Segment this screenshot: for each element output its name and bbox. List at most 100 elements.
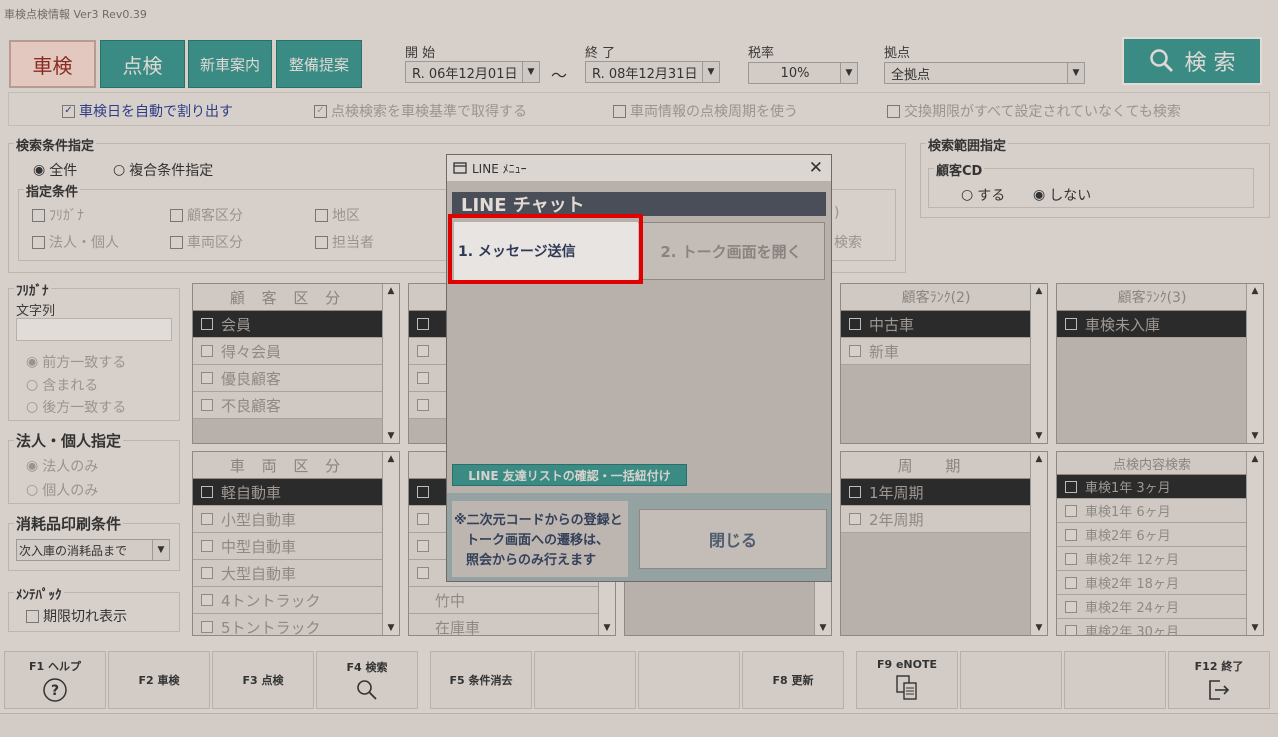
furigana-input[interactable]: [16, 318, 172, 341]
list-item[interactable]: 会員: [193, 311, 383, 338]
list-item[interactable]: 中古車: [841, 311, 1031, 338]
furigana-contains-radio[interactable]: ○ 含まれる: [26, 375, 98, 395]
vehicle-class-header: 車 両 区 分: [193, 452, 383, 479]
individual-only-radio[interactable]: ○ 個人のみ: [26, 480, 98, 500]
list-scrollbar[interactable]: ▲▼: [1246, 452, 1263, 635]
consumable-select[interactable]: 次入庫の消耗品まで ▼: [16, 539, 170, 561]
list-item[interactable]: 車検1年 6ヶ月: [1057, 499, 1247, 523]
corp-only-radio[interactable]: ◉ 法人のみ: [26, 456, 98, 476]
cond-compound-radio[interactable]: ○ 複合条件指定: [113, 160, 213, 180]
list-item[interactable]: 1年周期: [841, 479, 1031, 506]
open-talk-button[interactable]: 2. トーク画面を開く: [637, 222, 825, 280]
list-item[interactable]: 新車: [841, 338, 1031, 365]
range-yes-radio[interactable]: ○ する: [961, 185, 1005, 205]
furigana-suffix-radio[interactable]: ○ 後方一致する: [26, 397, 126, 417]
list-item[interactable]: 車検2年 12ヶ月: [1057, 547, 1247, 571]
dialog-close-button[interactable]: 閉じる: [639, 509, 827, 569]
f7-button[interactable]: [638, 651, 740, 709]
list-scrollbar[interactable]: ▲▼: [1030, 452, 1047, 635]
customer-rank2-list[interactable]: 顧客ﾗﾝｸ(2) 中古車 新車 ▲ ▼: [840, 283, 1048, 444]
list-item[interactable]: 車検2年 24ヶ月: [1057, 595, 1247, 619]
list-item[interactable]: 得々会員: [193, 338, 383, 365]
scroll-down-icon[interactable]: ▼: [1247, 621, 1263, 635]
list-item[interactable]: 2年周期: [841, 506, 1031, 533]
spec-vehicle-class-checkbox[interactable]: 車両区分: [170, 232, 243, 252]
range-no-radio[interactable]: ◉ しない: [1033, 185, 1091, 205]
use-vehicle-cycle-checkbox[interactable]: 車両情報の点検周期を使う: [613, 101, 798, 121]
list-item[interactable]: 4トントラック: [193, 587, 383, 614]
scroll-down-icon[interactable]: ▼: [383, 429, 399, 443]
f1-help-button[interactable]: F1 ヘルプ ?: [4, 651, 106, 709]
list-item[interactable]: 中型自動車: [193, 533, 383, 560]
maint-expired-checkbox[interactable]: 期限切れ表示: [26, 606, 127, 626]
f10-button[interactable]: [960, 651, 1062, 709]
tax-select[interactable]: 10% ▼: [748, 62, 858, 84]
scroll-down-icon[interactable]: ▼: [815, 621, 831, 635]
list-scrollbar[interactable]: ▲▼: [1030, 284, 1047, 443]
spec-customer-class-checkbox[interactable]: 顧客区分: [170, 205, 243, 225]
list-item[interactable]: 車検1年 3ヶ月: [1057, 475, 1247, 499]
cycle-list[interactable]: 周 期 1年周期 2年周期 ▲ ▼: [840, 451, 1048, 636]
list-item[interactable]: 車検2年 18ヶ月: [1057, 571, 1247, 595]
base-select[interactable]: 全拠点 ▼: [884, 62, 1085, 84]
f5-clear-button[interactable]: F5 条件消去: [430, 651, 532, 709]
inspect-by-shaken-checkbox[interactable]: ✓ 点検検索を車検基準で取得する: [314, 101, 527, 121]
list-scrollbar[interactable]: ▲▼: [382, 452, 399, 635]
customer-rank3-list[interactable]: 顧客ﾗﾝｸ(3) 車検未入庫 ▲ ▼: [1056, 283, 1264, 444]
list-item[interactable]: 車検2年 30ヶ月: [1057, 619, 1247, 635]
f6-button[interactable]: [534, 651, 636, 709]
spec-staff-checkbox[interactable]: 担当者: [315, 232, 374, 252]
scroll-down-icon[interactable]: ▼: [1247, 429, 1263, 443]
list-item[interactable]: 優良顧客: [193, 365, 383, 392]
customer-class-list[interactable]: 顧 客 区 分 会員 得々会員 優良顧客 不良顧客 ▲ ▼: [192, 283, 400, 444]
f3-tenken-button[interactable]: F3 点検: [212, 651, 314, 709]
list-item[interactable]: 大型自動車: [193, 560, 383, 587]
checkbox-icon: [26, 609, 39, 623]
auto-calc-checkbox[interactable]: ✓ 車検日を自動で割り出す: [62, 101, 233, 121]
scroll-down-icon[interactable]: ▼: [1031, 429, 1047, 443]
furigana-prefix-radio[interactable]: ◉ 前方一致する: [26, 352, 126, 372]
f8-update-button[interactable]: F8 更新: [742, 651, 844, 709]
spec-area-checkbox[interactable]: 地区: [315, 205, 360, 225]
f2-shaken-button[interactable]: F2 車検: [108, 651, 210, 709]
line-friend-list-button[interactable]: LINE 友達リストの確認・一括紐付け: [452, 464, 687, 486]
scroll-down-icon[interactable]: ▼: [383, 621, 399, 635]
scroll-down-icon[interactable]: ▼: [599, 621, 615, 635]
mode-new-car-button[interactable]: 新車案内: [188, 40, 272, 88]
scroll-up-icon[interactable]: ▲: [1031, 452, 1047, 466]
mode-tenken-button[interactable]: 点検: [100, 40, 185, 88]
scroll-up-icon[interactable]: ▲: [383, 284, 399, 298]
scroll-down-icon[interactable]: ▼: [1031, 621, 1047, 635]
list-scrollbar[interactable]: ▲▼: [382, 284, 399, 443]
scroll-up-icon[interactable]: ▲: [383, 452, 399, 466]
inspect-content-list[interactable]: 点検内容検索 車検1年 3ヶ月 車検1年 6ヶ月 車検2年 6ヶ月 車検2年 1…: [1056, 451, 1264, 636]
close-icon[interactable]: ✕: [809, 158, 823, 178]
list-item[interactable]: 5トントラック: [193, 614, 383, 635]
list-scrollbar[interactable]: ▲▼: [1246, 284, 1263, 443]
list-item[interactable]: 車検未入庫: [1057, 311, 1247, 338]
vehicle-class-list[interactable]: 車 両 区 分 軽自動車 小型自動車 中型自動車 大型自動車 4トントラック 5…: [192, 451, 400, 636]
list-item[interactable]: 在庫車: [409, 614, 599, 635]
list-item[interactable]: 小型自動車: [193, 506, 383, 533]
list-item[interactable]: 軽自動車: [193, 479, 383, 506]
f12-exit-button[interactable]: F12 終了: [1168, 651, 1270, 709]
search-without-limit-checkbox[interactable]: 交換期限がすべて設定されていなくても検索: [887, 101, 1181, 121]
spec-furigana-checkbox[interactable]: ﾌﾘｶﾞﾅ: [32, 205, 84, 225]
scroll-up-icon[interactable]: ▲: [1247, 452, 1263, 466]
search-button[interactable]: 検 索: [1122, 37, 1262, 85]
f11-button[interactable]: [1064, 651, 1166, 709]
mode-maintenance-button[interactable]: 整備提案: [276, 40, 362, 88]
f4-search-button[interactable]: F4 検索: [316, 651, 418, 709]
cond-all-radio[interactable]: ◉ 全件: [33, 160, 77, 180]
list-item[interactable]: 車検2年 6ヶ月: [1057, 523, 1247, 547]
start-date-select[interactable]: R. 06年12月01日 ▼: [405, 61, 540, 83]
scroll-up-icon[interactable]: ▲: [1031, 284, 1047, 298]
list-item[interactable]: 不良顧客: [193, 392, 383, 419]
scroll-up-icon[interactable]: ▲: [1247, 284, 1263, 298]
list-item[interactable]: 竹中: [409, 587, 599, 614]
mode-shaken-button[interactable]: 車検: [9, 40, 96, 88]
end-date-select[interactable]: R. 08年12月31日 ▼: [585, 61, 720, 83]
checkbox-icon: [417, 567, 429, 579]
spec-corp-checkbox[interactable]: 法人・個人: [32, 232, 119, 252]
f9-enote-button[interactable]: F9 eNOTE: [856, 651, 958, 709]
